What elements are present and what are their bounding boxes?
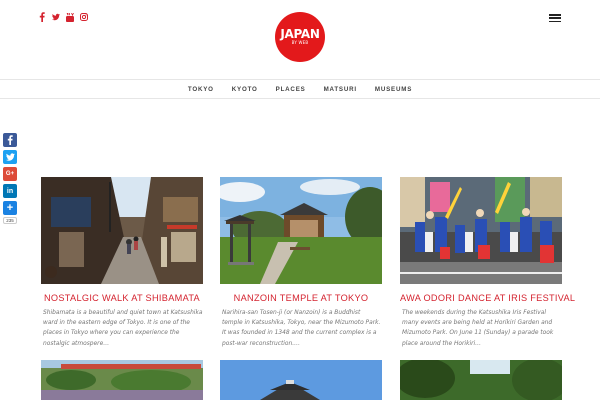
instagram-icon[interactable] [80,12,88,22]
logo-sub-text: BY WEB [291,40,309,45]
facebook-icon[interactable] [38,12,46,22]
nav-item-museums[interactable]: MUSEUMS [366,86,421,93]
nav-item-kyoto[interactable]: KYOTO [223,86,267,93]
menu-hamburger-icon[interactable] [549,14,561,23]
article-thumbnail[interactable] [41,360,203,400]
article-card: NOSTALGIC WALK AT SHIBAMATA Shibamata is… [41,177,203,349]
share-bar: G+ in + 235 [3,133,17,224]
facebook-icon [7,135,13,145]
share-linkedin-button[interactable]: in [3,184,17,198]
share-googleplus-button[interactable]: G+ [3,167,17,181]
article-title[interactable]: NANZOIN TEMPLE AT TOKYO [220,293,382,303]
article-excerpt: Shibamata is a beautiful and quiet town … [43,310,203,347]
share-facebook-button[interactable] [3,133,17,147]
youtube-icon[interactable] [66,12,74,22]
page: JAPAN BY WEB TOKYO KYOTO PLACES MATSURI … [0,0,600,400]
article-card: AWA ODORI DANCE AT IRIS FESTIVAL The wee… [400,177,575,349]
article-card: NANZOIN TEMPLE AT TOKYO Narihira-san Tos… [220,177,382,349]
social-links [38,12,88,22]
site-header: JAPAN BY WEB [0,0,600,79]
article-excerpt: The weekends during the Katsushika Iris … [402,310,554,347]
googleplus-icon: G+ [5,171,15,177]
article-thumbnail[interactable] [220,177,382,284]
share-more-button[interactable]: + [3,201,17,215]
twitter-icon[interactable] [52,12,60,22]
article-title[interactable]: AWA ODORI DANCE AT IRIS FESTIVAL [400,293,575,303]
article-thumbnail[interactable] [41,177,203,284]
twitter-icon [5,153,15,161]
article-thumbnail[interactable] [220,360,382,400]
nav-item-tokyo[interactable]: TOKYO [179,86,223,93]
plus-icon: + [6,202,14,214]
logo-main-text: JAPAN [280,27,320,41]
nav-item-places[interactable]: PLACES [267,86,315,93]
article-thumbnail[interactable] [400,360,562,400]
linkedin-icon: in [6,187,14,195]
share-count: 235 [3,217,17,224]
main-nav: TOKYO KYOTO PLACES MATSURI MUSEUMS [0,79,600,99]
article-excerpt: Narihira-san Tosen-ji (or Nanzoin) is a … [222,310,381,347]
site-logo[interactable]: JAPAN BY WEB [275,12,325,62]
share-twitter-button[interactable] [3,150,17,164]
article-title[interactable]: NOSTALGIC WALK AT SHIBAMATA [41,293,203,303]
nav-item-matsuri[interactable]: MATSURI [315,86,366,93]
article-thumbnail[interactable] [400,177,562,284]
